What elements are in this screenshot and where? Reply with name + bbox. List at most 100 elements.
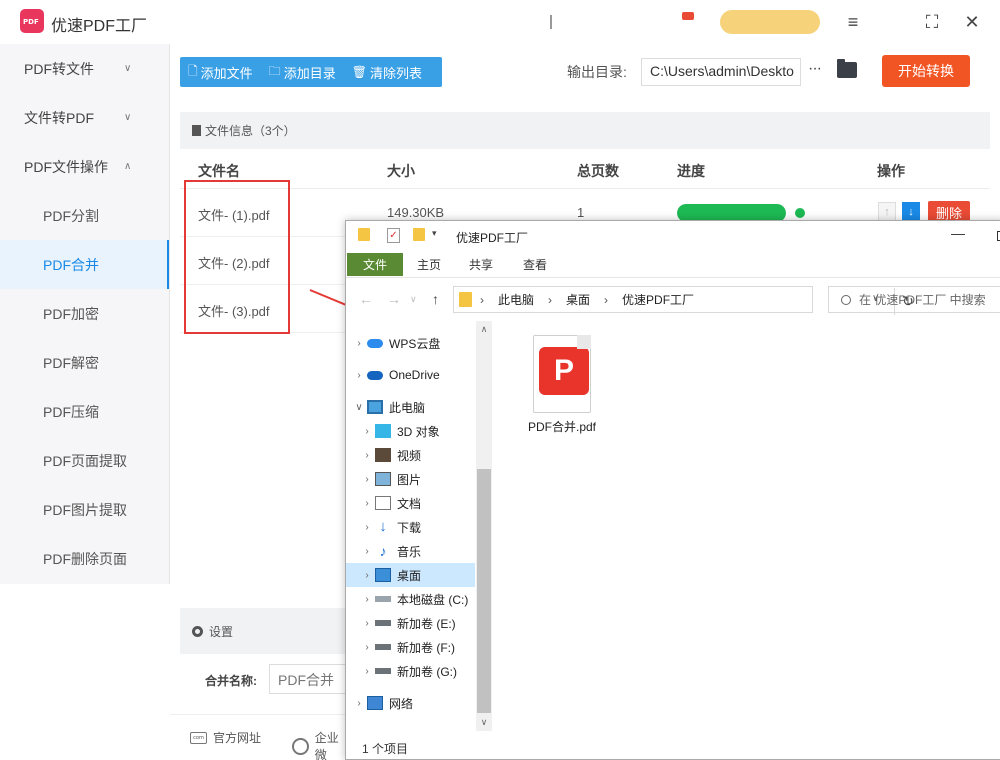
tree-item-downloads[interactable]: › ↓ 下载 bbox=[346, 515, 475, 539]
add-file-button[interactable]: 🗋 添加文件 bbox=[180, 57, 261, 87]
onedrive-icon bbox=[367, 370, 383, 380]
table-header: 文件名 大小 总页数 进度 操作 bbox=[180, 149, 990, 189]
sidebar-item-pdf-to-file[interactable]: PDF转文件 ∨ bbox=[0, 44, 169, 93]
tab-view[interactable]: 查看 bbox=[514, 253, 556, 276]
scroll-down-icon[interactable]: ∨ bbox=[476, 714, 492, 730]
more-options-button[interactable]: ··· bbox=[808, 60, 822, 78]
file-name: PDF合并.pdf bbox=[527, 420, 597, 434]
tree-item-drive-e[interactable]: › 新加卷 (E:) bbox=[346, 611, 475, 635]
clear-list-button[interactable]: 🗑 清除列表 bbox=[344, 57, 430, 87]
tree-item-documents[interactable]: › 文档 bbox=[346, 491, 475, 515]
breadcrumb-desktop[interactable]: 桌面 bbox=[566, 291, 590, 308]
chevron-right-icon[interactable]: › bbox=[351, 338, 367, 349]
start-convert-button[interactable]: 开始转换 bbox=[882, 55, 970, 87]
scroll-up-icon[interactable]: ∧ bbox=[476, 321, 492, 337]
tree-item-this-pc[interactable]: ∨ 此电脑 bbox=[346, 395, 475, 419]
tree-item-desktop[interactable]: › 桌面 bbox=[346, 563, 475, 587]
chevron-right-icon[interactable]: › bbox=[351, 370, 367, 381]
app-title: 优速PDF工厂 bbox=[51, 18, 148, 35]
chevron-right-icon[interactable]: › bbox=[359, 618, 375, 629]
tree-item-wps-cloud[interactable]: › WPS云盘 bbox=[346, 331, 475, 355]
notification-icon[interactable] bbox=[682, 12, 694, 20]
video-icon bbox=[375, 448, 391, 462]
move-down-button[interactable]: ↓ bbox=[902, 202, 920, 222]
customize-icon[interactable]: ▾ bbox=[432, 228, 437, 239]
output-dir-field[interactable]: C:\Users\admin\Deskto bbox=[641, 58, 801, 86]
chevron-right-icon[interactable]: › bbox=[359, 642, 375, 653]
open-folder-icon[interactable] bbox=[837, 59, 857, 78]
recent-icon[interactable]: ∨ bbox=[410, 294, 417, 305]
tree-item-videos[interactable]: › 视频 bbox=[346, 443, 475, 467]
up-icon[interactable]: ↑ bbox=[432, 291, 439, 307]
service-icon bbox=[292, 737, 309, 755]
sidebar-item-pdf-decrypt[interactable]: PDF解密 bbox=[0, 338, 169, 387]
sidebar-item-pdf-encrypt[interactable]: PDF加密 bbox=[0, 289, 169, 338]
tab-file[interactable]: 文件 bbox=[347, 253, 403, 276]
desktop-icon bbox=[375, 568, 391, 582]
search-input[interactable]: 在 优速PDF工厂 中搜索 bbox=[828, 286, 1000, 313]
network-icon bbox=[367, 696, 383, 710]
sidebar-item-pdf-merge[interactable]: PDF合并 bbox=[0, 240, 169, 289]
website-icon: com bbox=[190, 731, 207, 744]
enterprise-link[interactable]: 企业微 bbox=[292, 729, 350, 760]
chevron-right-icon[interactable]: › bbox=[359, 570, 375, 581]
chevron-right-icon[interactable]: › bbox=[359, 546, 375, 557]
document-icon bbox=[192, 125, 201, 136]
menu-icon[interactable]: ≡ bbox=[841, 10, 865, 34]
folder-icon: 🗀 bbox=[268, 63, 281, 78]
new-folder-icon[interactable] bbox=[413, 228, 425, 241]
tree-item-drive-f[interactable]: › 新加卷 (F:) bbox=[346, 635, 475, 659]
tab-share[interactable]: 共享 bbox=[460, 253, 502, 276]
sidebar-item-file-to-pdf[interactable]: 文件转PDF ∨ bbox=[0, 93, 169, 142]
minimize-icon[interactable]: — bbox=[951, 225, 965, 241]
maximize-icon[interactable]: ⛶ bbox=[920, 10, 944, 34]
ribbon-tabs: 文件 主页 共享 查看 bbox=[346, 253, 1000, 278]
breadcrumb-folder[interactable]: 优速PDF工厂 bbox=[622, 291, 694, 308]
chevron-right-icon[interactable]: › bbox=[359, 666, 375, 677]
file-item[interactable]: P PDF合并.pdf bbox=[516, 331, 608, 441]
drive-icon bbox=[375, 620, 391, 626]
sidebar-item-pdf-page-extract[interactable]: PDF页面提取 bbox=[0, 436, 169, 485]
sidebar-item-pdf-delete-pages[interactable]: PDF删除页面 bbox=[0, 534, 169, 583]
toolbar-decoration-icon bbox=[550, 15, 566, 29]
sidebar-item-pdf-operations[interactable]: PDF文件操作 ∧ bbox=[0, 142, 169, 191]
tree-item-pictures[interactable]: › 图片 bbox=[346, 467, 475, 491]
user-banner[interactable] bbox=[720, 10, 820, 34]
add-directory-button[interactable]: 🗀 添加目录 bbox=[261, 57, 344, 87]
tree-item-3d-objects[interactable]: › 3D 对象 bbox=[346, 419, 475, 443]
move-up-button[interactable]: ↑ bbox=[878, 202, 896, 222]
sidebar-item-pdf-split[interactable]: PDF分割 bbox=[0, 191, 169, 240]
folder-icon bbox=[459, 292, 472, 307]
drive-icon bbox=[375, 644, 391, 650]
chevron-right-icon[interactable]: › bbox=[359, 450, 375, 461]
tree-item-music[interactable]: › ♪ 音乐 bbox=[346, 539, 475, 563]
chevron-right-icon[interactable]: › bbox=[359, 522, 375, 533]
tree-item-onedrive[interactable]: › OneDrive bbox=[346, 363, 475, 387]
breadcrumb-this-pc[interactable]: 此电脑 bbox=[498, 291, 534, 308]
chevron-right-icon[interactable]: › bbox=[359, 594, 375, 605]
chevron-right-icon[interactable]: › bbox=[359, 474, 375, 485]
tree-item-network[interactable]: › 网络 bbox=[346, 691, 475, 715]
chevron-right-icon[interactable]: › bbox=[351, 698, 367, 709]
properties-icon[interactable]: ✓ bbox=[387, 228, 400, 243]
forward-icon[interactable]: → bbox=[387, 291, 401, 307]
tree-item-drive-c[interactable]: › 本地磁盘 (C:) bbox=[346, 587, 475, 611]
website-link[interactable]: com 官方网址 bbox=[190, 729, 261, 746]
tab-home[interactable]: 主页 bbox=[408, 253, 450, 276]
cube-icon bbox=[375, 424, 391, 438]
navigation-pane: › WPS云盘 › OneDrive ∨ 此电脑 › 3D 对象 › 视频 › … bbox=[346, 321, 492, 731]
sidebar-item-pdf-image-extract[interactable]: PDF图片提取 bbox=[0, 485, 169, 534]
chevron-right-icon[interactable]: › bbox=[359, 498, 375, 509]
sidebar-item-pdf-compress[interactable]: PDF压缩 bbox=[0, 387, 169, 436]
music-icon: ♪ bbox=[379, 543, 387, 559]
app-logo-icon bbox=[20, 9, 44, 33]
address-bar[interactable]: › 此电脑 › 桌面 › 优速PDF工厂 ∨ ↻ bbox=[453, 286, 914, 315]
tree-item-drive-g[interactable]: › 新加卷 (G:) bbox=[346, 659, 475, 683]
chevron-right-icon[interactable]: › bbox=[359, 426, 375, 437]
back-icon[interactable]: ← bbox=[359, 291, 373, 307]
chevron-down-icon[interactable]: ∨ bbox=[351, 402, 367, 413]
close-icon[interactable]: ✕ bbox=[960, 10, 984, 34]
settings-header: 设置 bbox=[180, 608, 355, 654]
folder-icon bbox=[358, 228, 370, 241]
scrollbar-thumb[interactable] bbox=[477, 469, 491, 713]
